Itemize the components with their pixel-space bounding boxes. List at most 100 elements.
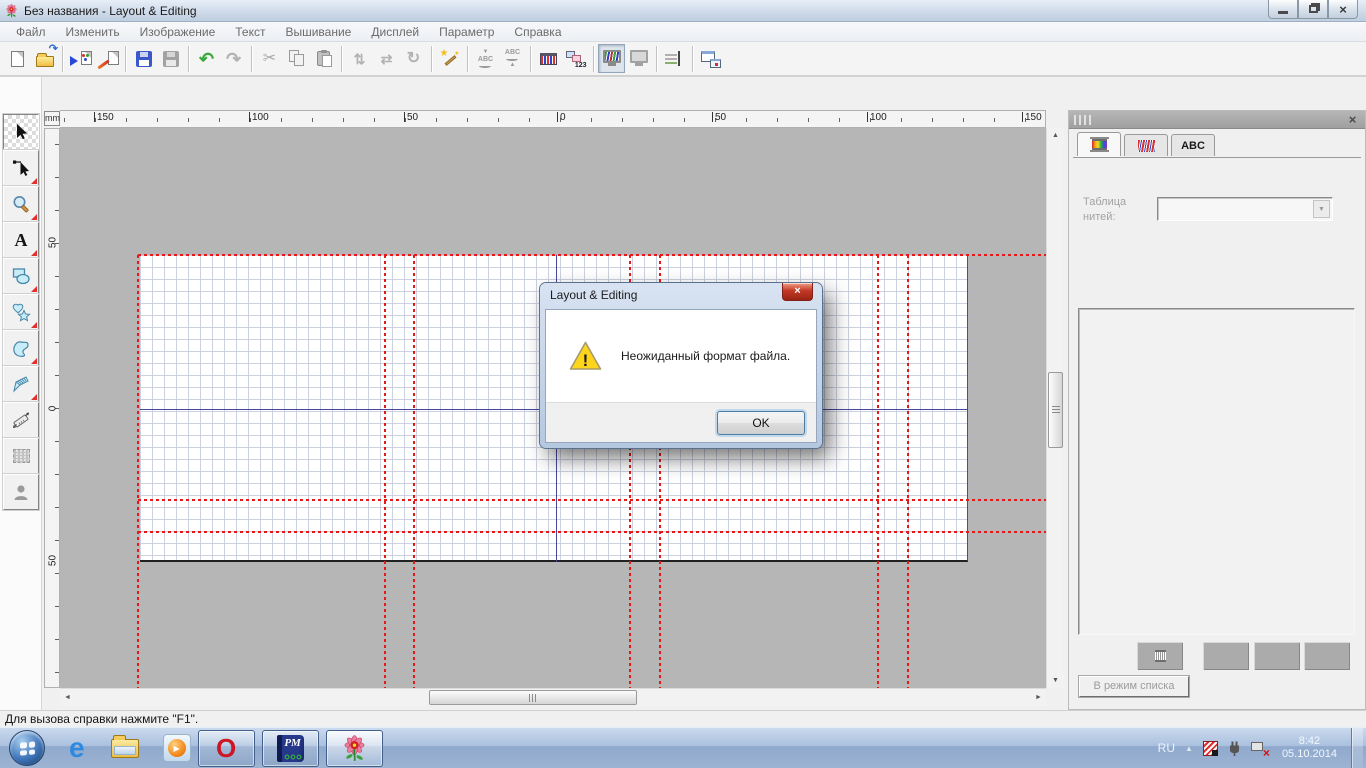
tool-saved-outlines[interactable] — [3, 294, 39, 330]
tool-shapes[interactable] — [3, 258, 39, 294]
stitch-view-button[interactable] — [625, 44, 652, 73]
clock[interactable]: 8:42 05.10.2014 — [1278, 735, 1341, 761]
tool-portrait[interactable] — [3, 474, 39, 510]
panel-close-icon[interactable]: × — [1345, 112, 1360, 127]
mini-spool-icon — [1155, 650, 1166, 662]
show-desktop-button[interactable] — [1351, 728, 1363, 768]
start-button[interactable] — [9, 730, 45, 766]
tool-point-edit[interactable] — [3, 150, 39, 186]
save-button[interactable] — [130, 44, 157, 73]
fit-text-arch-up-button[interactable]: ABC▲ — [499, 44, 526, 73]
toolbar-separator — [593, 46, 594, 72]
tool-freehand[interactable] — [3, 330, 39, 366]
cut-button[interactable]: ✂ — [256, 44, 283, 73]
vruler-label: 50 — [48, 235, 59, 251]
tab-text-attributes[interactable]: ABC — [1171, 134, 1215, 156]
vertical-scrollbar[interactable]: ▲ ▼ — [1046, 128, 1063, 688]
rotate-button[interactable]: ↻ — [400, 44, 427, 73]
network-tray-icon[interactable]: × — [1251, 741, 1268, 756]
tab-stitch-attributes[interactable] — [1124, 134, 1168, 156]
realistic-view-icon — [603, 50, 621, 63]
horizontal-scrollbar[interactable]: ◄ ► — [60, 688, 1046, 706]
tool-stitch-edit[interactable] — [3, 438, 39, 474]
combobox-dropdown-icon[interactable]: ▼ — [1313, 200, 1330, 218]
language-indicator[interactable]: RU — [1158, 741, 1175, 755]
hoop-guide-vertical — [413, 255, 415, 688]
taskbar-stitch-creator-button[interactable]: PM — [262, 730, 319, 767]
antivirus-tray-icon[interactable] — [1203, 741, 1218, 756]
dialog-close-button[interactable]: × — [782, 283, 813, 301]
hruler-label: 100 — [250, 112, 269, 123]
stitch-simulator-button[interactable] — [661, 44, 688, 73]
undo-button[interactable]: ↶ — [193, 44, 220, 73]
reference-window-button[interactable] — [697, 44, 724, 73]
thread-button-2[interactable] — [1203, 642, 1249, 670]
sewing-attributes-panel: × ABC Таблица нитей: ▼ В режим списка — [1068, 110, 1366, 710]
import-image-button[interactable] — [94, 44, 121, 73]
minimize-button[interactable] — [1268, 0, 1298, 19]
scroll-right-arrow[interactable]: ► — [1031, 689, 1046, 706]
tool-text[interactable]: A — [3, 222, 39, 258]
menu-image[interactable]: Изображение — [130, 22, 226, 42]
redo-button[interactable]: ↷ — [220, 44, 247, 73]
thread-button-1[interactable] — [1137, 642, 1183, 670]
tool-measure[interactable] — [3, 402, 39, 438]
horizontal-scroll-thumb[interactable] — [429, 690, 637, 705]
thread-chart-combobox[interactable]: ▼ — [1157, 197, 1333, 221]
panel-grip-bar[interactable]: × — [1069, 111, 1365, 129]
open-button[interactable]: ↷ — [31, 44, 58, 73]
write-to-card-button[interactable] — [157, 44, 184, 73]
close-button[interactable]: × — [1328, 0, 1358, 19]
scroll-up-arrow[interactable]: ▲ — [1047, 128, 1064, 143]
magic-wand-icon: ★ ★ — [439, 49, 461, 69]
flower-icon — [341, 735, 368, 762]
restore-button[interactable] — [1298, 0, 1328, 19]
new-button[interactable] — [4, 44, 31, 73]
list-mode-button[interactable]: В режим списка — [1079, 676, 1189, 697]
import-design-icon — [70, 49, 92, 69]
import-image-icon — [97, 49, 119, 69]
explorer-folder-icon[interactable] — [111, 739, 139, 758]
grip-icon — [1074, 115, 1092, 125]
tab-thread-color[interactable] — [1077, 132, 1121, 156]
dialog-message-row: ! Неожиданный формат файла. — [546, 310, 816, 402]
thread-chart-button[interactable] — [535, 44, 562, 73]
auto-punch-button[interactable]: ★ ★ — [436, 44, 463, 73]
copy-button[interactable] — [283, 44, 310, 73]
menu-file[interactable]: Файл — [6, 22, 56, 42]
toolbar-separator — [530, 46, 531, 72]
paste-button[interactable] — [310, 44, 337, 73]
taskbar-opera-button[interactable]: O — [198, 730, 255, 767]
scroll-left-arrow[interactable]: ◄ — [60, 689, 75, 706]
tool-zoom[interactable] — [3, 186, 39, 222]
power-plug-icon[interactable] — [1228, 741, 1241, 756]
thread-button-3[interactable] — [1254, 642, 1300, 670]
menu-display[interactable]: Дисплей — [361, 22, 429, 42]
menu-edit[interactable]: Изменить — [56, 22, 130, 42]
vertical-scroll-thumb[interactable] — [1048, 372, 1063, 448]
internet-explorer-icon[interactable]: e — [69, 734, 85, 762]
realistic-view-button[interactable] — [598, 44, 625, 73]
thread-button-4[interactable] — [1304, 642, 1350, 670]
toolbar-separator — [341, 46, 342, 72]
sewing-order-button[interactable]: 123 — [562, 44, 589, 73]
menu-help[interactable]: Справка — [504, 22, 571, 42]
tray-chevron-icon[interactable]: ▲ — [1185, 744, 1193, 753]
menu-sew[interactable]: Вышивание — [275, 22, 361, 42]
menu-text[interactable]: Текст — [225, 22, 275, 42]
taskbar: e ▶ O PM RU ▲ — [0, 727, 1366, 768]
media-player-icon[interactable]: ▶ — [163, 734, 191, 762]
ok-button[interactable]: OK — [717, 411, 805, 435]
flip-vertical-button[interactable]: ⇅ — [346, 44, 373, 73]
menu-option[interactable]: Параметр — [429, 22, 504, 42]
toolbar-separator — [125, 46, 126, 72]
taskbar-layout-editing-button[interactable] — [326, 730, 383, 767]
tool-select[interactable] — [3, 114, 39, 150]
flip-horizontal-button[interactable]: ⇄ — [373, 44, 400, 73]
tool-manual-punch[interactable] — [3, 366, 39, 402]
fit-text-arch-down-button[interactable]: ▼ABC — [472, 44, 499, 73]
thread-color-list[interactable] — [1078, 308, 1355, 635]
import-design-button[interactable] — [67, 44, 94, 73]
paste-icon — [317, 51, 330, 66]
scroll-down-arrow[interactable]: ▼ — [1047, 673, 1064, 688]
